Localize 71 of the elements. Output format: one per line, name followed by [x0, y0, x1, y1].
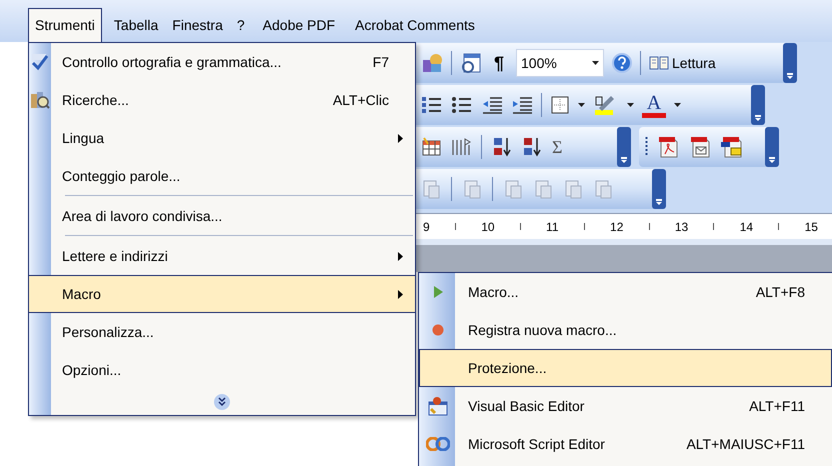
ruler-tick	[648, 223, 650, 230]
menu-item[interactable]: Registra nuova macro...	[419, 311, 832, 349]
toolbar-options-icon[interactable]	[783, 43, 797, 83]
menu-item[interactable]: Strumenti	[28, 8, 102, 42]
record-icon	[432, 324, 444, 336]
spellcheck-icon	[31, 53, 49, 71]
toolbar-options-icon[interactable]	[765, 127, 779, 167]
script-editor-icon	[426, 437, 450, 451]
font-color-button[interactable]: A	[642, 92, 666, 118]
ruler-tick	[520, 223, 521, 230]
bulleted-list-icon[interactable]	[451, 95, 473, 115]
toolbar-options-icon[interactable]	[652, 169, 666, 209]
menu-item[interactable]: Tabella	[108, 8, 164, 42]
ruler-number: 14	[740, 218, 754, 236]
menu-item[interactable]: Personalizza...	[28, 313, 416, 351]
pdf-comment-icon[interactable]	[720, 135, 744, 159]
toolbar-options-icon[interactable]	[751, 85, 765, 125]
ruler-number: 15	[804, 218, 818, 236]
research-icon	[30, 90, 50, 110]
menu-item[interactable]: Macro... ALT+F8	[419, 273, 832, 311]
sort-descending-icon[interactable]	[522, 136, 542, 158]
shapes-icon[interactable]	[421, 52, 443, 74]
toolbar-options-icon[interactable]	[617, 127, 631, 167]
menu-item[interactable]: Area di lavoro condivisa...	[28, 197, 416, 235]
ruler-number: 10	[481, 218, 495, 236]
border-icon[interactable]	[550, 95, 570, 115]
ruler-number: 9	[423, 218, 430, 236]
menu-item[interactable]: Lingua	[28, 119, 416, 157]
dropdown-arrow-icon[interactable]	[592, 61, 600, 65]
ruler-number: 12	[610, 218, 624, 236]
dropdown-arrow-icon[interactable]	[578, 103, 585, 107]
menu-item[interactable]: Visual Basic Editor ALT+F11	[419, 387, 832, 425]
zoom-field[interactable]: 100%	[516, 49, 604, 77]
menu-item[interactable]: Ricerche... ALT+Clic	[28, 81, 416, 119]
increase-indent-icon[interactable]	[511, 95, 533, 115]
columns-icon[interactable]	[451, 137, 471, 157]
menu-item[interactable]: ?	[230, 8, 251, 42]
table-icon[interactable]	[421, 137, 441, 157]
ruler-tick	[584, 223, 585, 230]
play-icon	[433, 286, 443, 298]
document-map-icon[interactable]	[460, 52, 482, 74]
pdf-document-icon[interactable]	[656, 135, 680, 159]
autosum-button[interactable]: Σ	[552, 134, 562, 160]
code-editor-icon	[427, 396, 449, 416]
menu-item[interactable]: Microsoft Script Editor ALT+MAIUSC+F11	[419, 425, 832, 463]
expand-menu-icon[interactable]	[213, 393, 231, 411]
menu-item[interactable]: Macro	[28, 275, 416, 313]
menu-item[interactable]: Adobe PDF	[256, 8, 342, 42]
menu-item[interactable]: Conteggio parole...	[28, 157, 416, 195]
paragraph-mark-button[interactable]: ¶	[490, 50, 508, 76]
ruler-tick	[454, 223, 456, 230]
toolbar-grip-icon	[645, 136, 648, 158]
ruler-tick	[713, 223, 714, 230]
menu-item[interactable]: Acrobat Comments	[349, 8, 481, 42]
dropdown-arrow-icon[interactable]	[627, 103, 634, 107]
menu-item[interactable]: Opzioni...	[28, 351, 416, 389]
ruler-number: 11	[546, 218, 559, 236]
ruler-tick	[778, 223, 780, 230]
reading-button[interactable]: Lettura	[649, 52, 716, 74]
dropdown-arrow-icon[interactable]	[674, 103, 681, 107]
decrease-indent-icon[interactable]	[481, 95, 503, 115]
menu-item[interactable]: Protezione...	[419, 349, 832, 387]
menu-item[interactable]: Lettere e indirizzi	[28, 237, 416, 275]
ruler-number: 13	[674, 218, 688, 236]
numbered-list-icon[interactable]	[421, 95, 443, 115]
help-icon[interactable]	[612, 53, 632, 73]
menu-item[interactable]: Finestra	[166, 8, 229, 42]
book-icon	[649, 55, 670, 71]
pdf-email-icon[interactable]	[688, 135, 712, 159]
sort-ascending-icon[interactable]	[492, 136, 512, 158]
menu-item[interactable]: Controllo ortografia e grammatica... F7	[28, 43, 416, 81]
